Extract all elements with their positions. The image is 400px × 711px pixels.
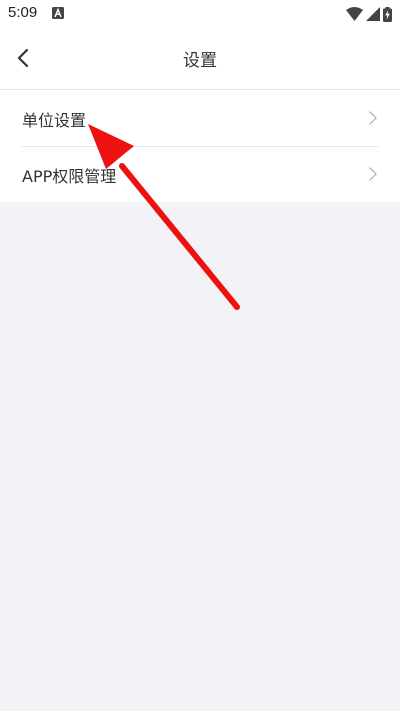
status-time: 5:09 bbox=[8, 4, 38, 21]
chevron-right-icon bbox=[369, 111, 377, 125]
status-icons bbox=[346, 6, 392, 22]
settings-list: 单位设置 APP权限管理 bbox=[0, 90, 400, 202]
chevron-right-icon bbox=[369, 167, 377, 181]
notification-a-icon bbox=[52, 7, 64, 19]
wifi-icon bbox=[346, 7, 363, 21]
settings-item-label: APP权限管理 bbox=[22, 167, 117, 186]
signal-icon bbox=[366, 7, 380, 21]
page-title: 设置 bbox=[183, 51, 217, 71]
settings-item-label: 单位设置 bbox=[22, 111, 87, 130]
settings-item-unit[interactable]: 单位设置 bbox=[0, 90, 400, 146]
settings-item-app-permissions[interactable]: APP权限管理 bbox=[0, 146, 400, 202]
nav-bar: 设置 bbox=[0, 28, 400, 90]
battery-charging-icon bbox=[383, 6, 392, 22]
status-bar: 5:09 bbox=[0, 0, 400, 28]
